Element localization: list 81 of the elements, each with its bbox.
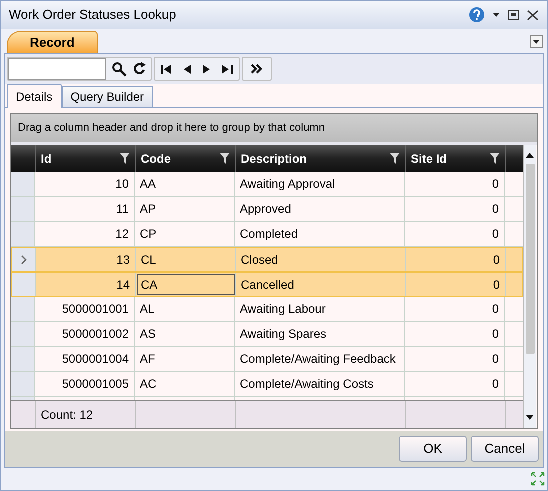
table-cell: AA (135, 172, 235, 196)
window-title: Work Order Statuses Lookup (9, 6, 178, 24)
table-cell: 0 (406, 273, 506, 296)
dialog-button[interactable]: Cancel (471, 436, 539, 462)
search-icon[interactable] (112, 62, 127, 76)
table-cell: CA (136, 273, 236, 296)
dropdown-icon[interactable] (530, 35, 543, 48)
table-cell: 0 (405, 222, 505, 246)
column-title: Description (241, 150, 308, 168)
table-cell: 0 (405, 372, 505, 396)
table-cell: Approved (235, 197, 405, 221)
table-cell: AC (135, 372, 235, 396)
table-cell: AF (135, 347, 235, 371)
table-cell: 0 (405, 172, 505, 196)
table-cell: Awaiting Approval (235, 172, 405, 196)
table-cell: Complete/Awaiting Costs (235, 372, 405, 396)
vertical-scrollbar[interactable] (523, 145, 536, 428)
row-indicator[interactable] (12, 248, 36, 271)
search-field[interactable] (8, 58, 106, 80)
resize-grip-icon[interactable] (531, 472, 545, 486)
table-cell: 0 (405, 347, 505, 371)
table-cell: AP (135, 197, 235, 221)
table-cell: Awaiting Spares (235, 322, 405, 346)
table-row[interactable]: 13 CL Closed 0 (11, 247, 523, 272)
table-cell: Cancelled (236, 273, 406, 296)
group-panel-hint: Drag a column header and drop it here to group by that column (18, 120, 325, 136)
table-cell: 10 (35, 172, 135, 196)
next-record-icon[interactable] (203, 64, 210, 74)
first-record-icon[interactable] (161, 64, 172, 74)
table-cell: Closed (236, 248, 406, 271)
help-icon[interactable] (469, 7, 485, 23)
table-cell: 11 (35, 197, 135, 221)
table-cell: 12 (35, 222, 135, 246)
table-row[interactable]: 11 AP Approved 0 (11, 197, 523, 222)
dialog-button[interactable]: OK (399, 436, 467, 462)
table-cell: Complete/Awaiting Feedback (235, 347, 405, 371)
table-cell: Awaiting Labour (235, 297, 405, 321)
table-row[interactable]: 10 AA Awaiting Approval 0 (11, 172, 523, 197)
table-cell: CP (135, 222, 235, 246)
table-cell: 5000001002 (35, 322, 135, 346)
table-cell: AL (135, 297, 235, 321)
table-cell: Completed (235, 222, 405, 246)
refresh-icon[interactable] (133, 62, 147, 76)
previous-record-icon[interactable] (184, 64, 191, 74)
table-cell: 13 (36, 248, 136, 271)
column-title: Id (41, 150, 52, 168)
table-row[interactable]: 14 CA Cancelled 0 (11, 272, 523, 297)
last-record-icon[interactable] (222, 64, 233, 74)
dropdown-icon[interactable] (493, 13, 500, 17)
close-icon[interactable] (527, 10, 539, 20)
filter-icon[interactable] (220, 153, 230, 164)
column-title: Site Id (411, 150, 448, 168)
filter-icon[interactable] (120, 153, 130, 164)
table-cell: 5000001005 (35, 372, 135, 396)
restore-icon[interactable] (508, 10, 519, 20)
scroll-thumb[interactable] (526, 164, 534, 354)
table-row[interactable]: 5000001002 AS Awaiting Spares 0 (11, 322, 523, 347)
ribbon-tab[interactable]: Record (7, 31, 98, 53)
filter-icon[interactable] (390, 153, 400, 164)
table-cell: 0 (405, 322, 505, 346)
current-row-icon (20, 254, 26, 264)
row-count: Count: 12 (41, 406, 94, 424)
table-row[interactable]: 12 CP Completed 0 (11, 222, 523, 247)
column-title: Code (141, 150, 171, 168)
table-cell: 0 (405, 297, 505, 321)
table-cell: CL (136, 248, 236, 271)
scroll-down-icon[interactable] (526, 415, 534, 420)
tab[interactable]: Query Builder (62, 86, 154, 107)
table-cell: 0 (406, 248, 506, 271)
table-cell: 14 (36, 273, 136, 296)
table-cell: 0 (405, 197, 505, 221)
tab[interactable]: Details (7, 84, 62, 108)
filter-icon[interactable] (490, 153, 500, 164)
table-cell: AS (135, 322, 235, 346)
more-icon[interactable] (251, 64, 263, 74)
table-cell: 5000001004 (35, 347, 135, 371)
table-row[interactable]: 5000001001 AL Awaiting Labour 0 (11, 297, 523, 322)
table-row[interactable]: 5000001005 AC Complete/Awaiting Costs 0 (11, 372, 523, 397)
scroll-up-icon[interactable] (526, 153, 534, 158)
table-row[interactable]: 5000001004 AF Complete/Awaiting Feedback 0 (11, 347, 523, 372)
table-cell: 5000001001 (35, 297, 135, 321)
